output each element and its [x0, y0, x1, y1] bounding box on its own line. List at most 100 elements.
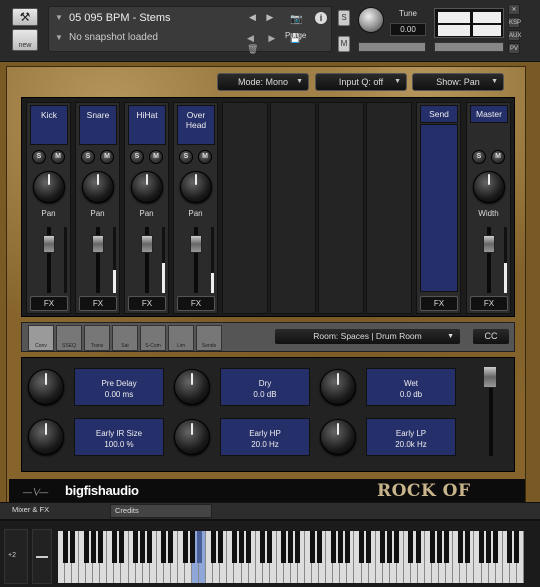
piano-black-key[interactable]	[507, 531, 513, 563]
tab-mixer-fx[interactable]: Mixer & FX	[12, 505, 49, 514]
piano-black-key[interactable]	[486, 531, 492, 563]
channel-pan-knob[interactable]	[180, 171, 212, 203]
channel-fader-handle[interactable]	[92, 235, 104, 253]
channel-pan-knob[interactable]	[131, 171, 163, 203]
piano-black-key[interactable]	[196, 531, 202, 563]
master-mute-button[interactable]: M	[491, 150, 505, 164]
mode-dropdown[interactable]: Mode: Mono ▼	[217, 73, 309, 91]
piano-black-key[interactable]	[408, 531, 414, 563]
channel-fader-track[interactable]	[141, 227, 153, 293]
fx-param-knob[interactable]	[174, 419, 210, 455]
side-button-pv[interactable]: PV	[508, 43, 520, 54]
fx-param-display[interactable]: Early IR Size 100.0 %	[74, 418, 164, 456]
fx-tab[interactable]: Trans	[84, 325, 110, 351]
channel-pan-knob[interactable]	[33, 171, 65, 203]
fx-param-display[interactable]: Early LP 20.0k Hz	[366, 418, 456, 456]
fx-tab[interactable]: SSEQ	[56, 325, 82, 351]
piano-black-key[interactable]	[457, 531, 463, 563]
send-fx-button[interactable]: FX	[420, 296, 458, 311]
channel-fader-track[interactable]	[92, 227, 104, 293]
tab-credits[interactable]: Credits	[110, 504, 212, 518]
piano-black-key[interactable]	[394, 531, 400, 563]
piano-black-key[interactable]	[260, 531, 266, 563]
fx-param-knob[interactable]	[320, 369, 356, 405]
fx-param-display[interactable]: Pre Delay 0.00 ms	[74, 368, 164, 406]
piano-black-key[interactable]	[514, 531, 520, 563]
channel-fader-handle[interactable]	[190, 235, 202, 253]
channel-solo-button[interactable]: S	[179, 150, 193, 164]
pan-slider[interactable]	[358, 42, 426, 52]
piano-black-key[interactable]	[337, 531, 343, 563]
channel-mute-button[interactable]: M	[198, 150, 212, 164]
piano-black-key[interactable]	[330, 531, 336, 563]
channel-pan-knob[interactable]	[82, 171, 114, 203]
fx-param-knob[interactable]	[28, 369, 64, 405]
master-width-knob[interactable]	[473, 171, 505, 203]
instrument-row[interactable]: ▼ 05 095 BPM - Stems ◀ ▶ 📷 i	[53, 9, 329, 29]
piano-black-key[interactable]	[267, 531, 273, 563]
caret-down-icon[interactable]: ▼	[55, 13, 63, 22]
piano-black-key[interactable]	[387, 531, 393, 563]
fx-tab[interactable]: Lim	[168, 325, 194, 351]
channel-fx-button[interactable]: FX	[79, 296, 117, 311]
fx-param-display[interactable]: Early HP 20.0 Hz	[220, 418, 310, 456]
piano-black-key[interactable]	[217, 531, 223, 563]
instrument-nav-arrows[interactable]: ◀ ▶	[249, 12, 277, 23]
piano-black-key[interactable]	[147, 531, 153, 563]
piano-black-key[interactable]	[464, 531, 470, 563]
room-selector[interactable]: Room: Spaces | Drum Room ▼	[274, 328, 461, 345]
wrench-icon[interactable]: ⚒	[12, 8, 38, 26]
mod-wheel[interactable]	[32, 529, 52, 584]
piano-black-key[interactable]	[231, 531, 237, 563]
channel-fader-track[interactable]	[43, 227, 55, 293]
piano-black-key[interactable]	[210, 531, 216, 563]
channel-fader-handle[interactable]	[43, 235, 55, 253]
input-q-dropdown[interactable]: Input Q: off ▼	[315, 73, 407, 91]
master-fx-button[interactable]: FX	[470, 296, 508, 311]
channel-solo-button[interactable]: S	[81, 150, 95, 164]
piano-black-key[interactable]	[111, 531, 117, 563]
piano-black-key[interactable]	[479, 531, 485, 563]
show-dropdown[interactable]: Show: Pan ▼	[412, 73, 504, 91]
channel-fader-track[interactable]	[190, 227, 202, 293]
piano-black-key[interactable]	[295, 531, 301, 563]
piano-black-key[interactable]	[69, 531, 75, 563]
piano-black-key[interactable]	[493, 531, 499, 563]
camera-icon[interactable]: 📷	[290, 14, 302, 25]
info-icon[interactable]: i	[315, 12, 327, 24]
new-button[interactable]: new	[12, 29, 38, 51]
master-fader-track[interactable]	[483, 227, 495, 293]
master-solo-button[interactable]: S	[472, 150, 486, 164]
piano-black-key[interactable]	[239, 531, 244, 563]
piano-black-key[interactable]	[182, 531, 188, 563]
side-button-ksp[interactable]: KSP	[508, 17, 521, 28]
channel-mute-button[interactable]: M	[149, 150, 163, 164]
fx-param-display[interactable]: Wet 0.0 db	[366, 368, 456, 406]
solo-button[interactable]: S	[338, 10, 350, 26]
volume-slider[interactable]	[434, 42, 504, 52]
channel-fx-button[interactable]: FX	[177, 296, 215, 311]
piano-black-key[interactable]	[83, 531, 89, 563]
piano-black-key[interactable]	[288, 531, 294, 563]
fx-tab[interactable]: S-Com	[140, 325, 166, 351]
fx-tab[interactable]: Sends	[196, 325, 222, 351]
master-fader-handle[interactable]	[483, 235, 495, 253]
tune-value[interactable]: 0.00	[390, 23, 426, 36]
mute-button[interactable]: M	[338, 36, 350, 52]
tune-knob[interactable]	[358, 7, 384, 33]
piano-black-key[interactable]	[90, 531, 96, 563]
fx-tab[interactable]: Conv	[28, 325, 54, 351]
channel-mute-button[interactable]: M	[100, 150, 114, 164]
fx-param-knob[interactable]	[28, 419, 64, 455]
piano-black-key[interactable]	[62, 531, 68, 563]
piano-black-key[interactable]	[97, 531, 103, 563]
fx-param-knob[interactable]	[174, 369, 210, 405]
piano-black-key[interactable]	[281, 531, 287, 563]
piano-black-key[interactable]	[415, 531, 421, 563]
piano-black-key[interactable]	[380, 531, 386, 563]
close-icon[interactable]: ✕	[508, 4, 520, 15]
channel-fx-button[interactable]: FX	[30, 296, 68, 311]
fx-tab[interactable]: Sat	[112, 325, 138, 351]
channel-solo-button[interactable]: S	[130, 150, 144, 164]
channel-mute-button[interactable]: M	[51, 150, 65, 164]
